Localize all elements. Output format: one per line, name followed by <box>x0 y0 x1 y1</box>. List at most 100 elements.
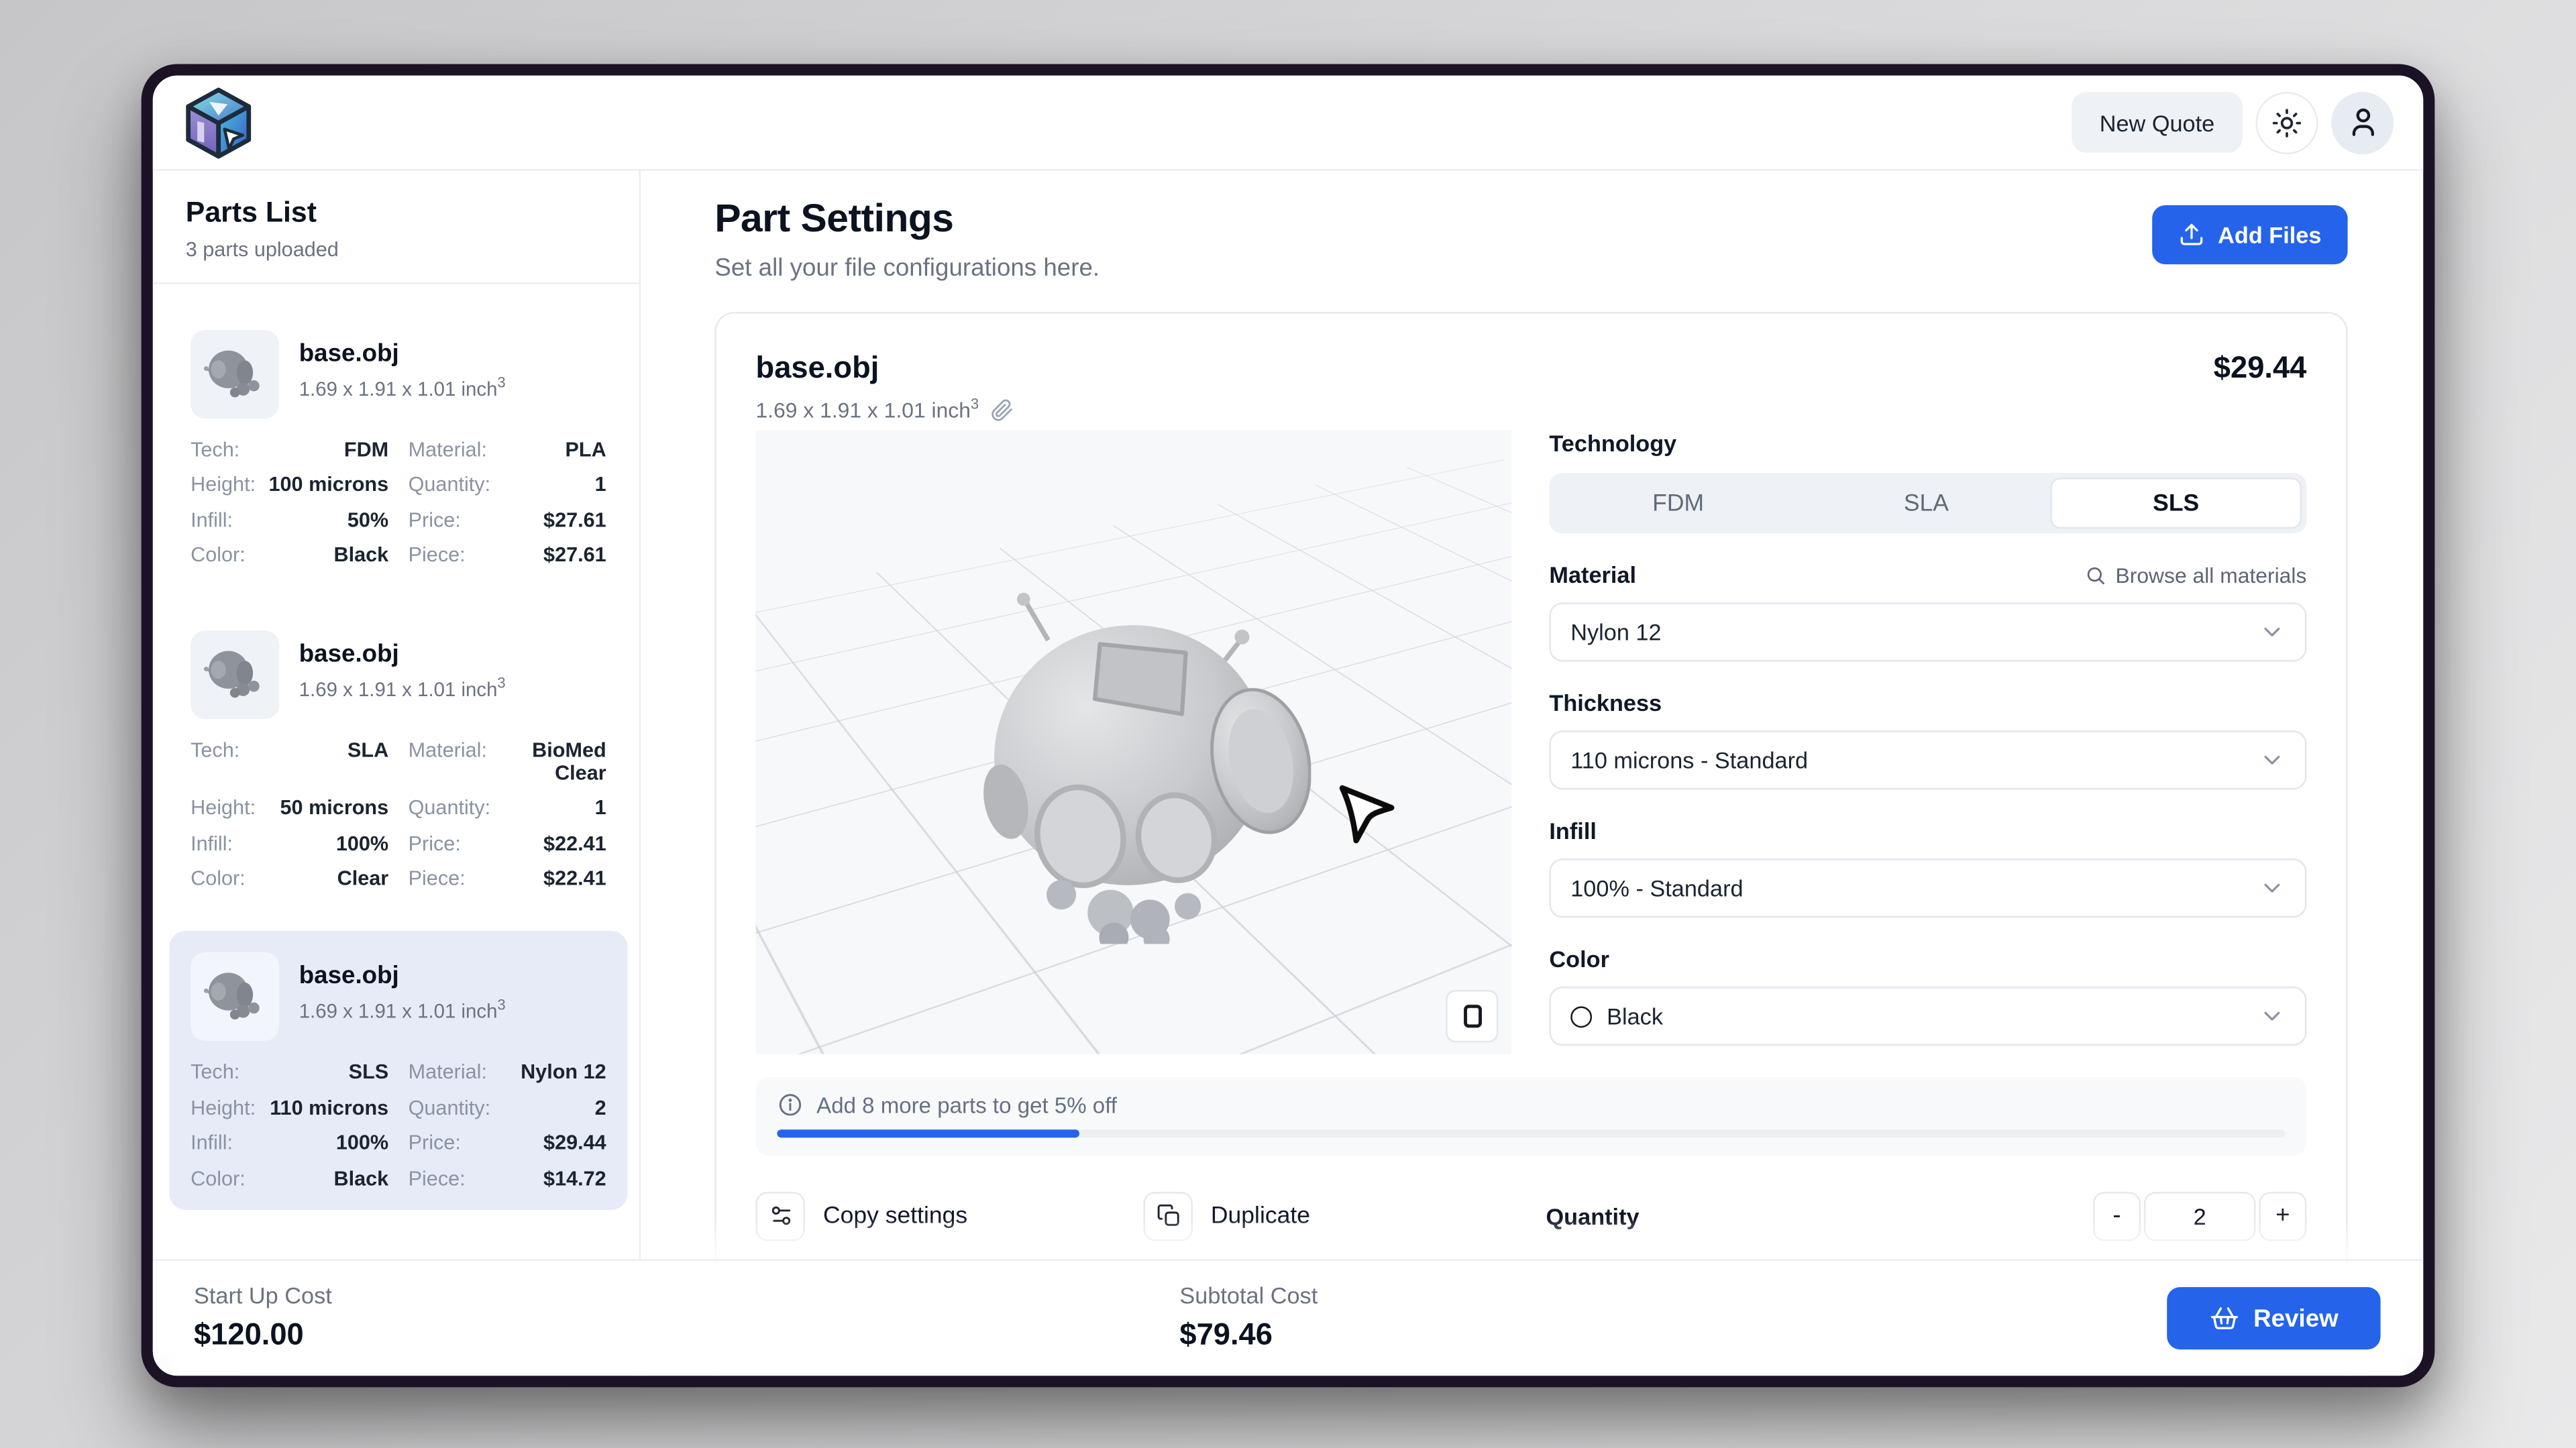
summary-footer: Start Up Cost $120.00 Subtotal Cost $79.… <box>153 1259 2424 1376</box>
basket-icon <box>2209 1304 2239 1333</box>
part-name: base.obj <box>299 340 506 368</box>
part-info: base.obj 1.69 x 1.91 x 1.01 inch3 <box>299 330 506 419</box>
new-quote-button[interactable]: New Quote <box>2072 92 2243 153</box>
chevron-down-icon <box>2259 619 2285 645</box>
theme-toggle-button[interactable] <box>2255 91 2318 154</box>
top-bar: New Quote <box>153 76 2424 171</box>
spec-height: Height:50 microns <box>191 797 388 820</box>
settings-panel: Technology FDM SLA SLS Material <box>1549 430 2306 1054</box>
spec-color: Color:Black <box>191 544 388 567</box>
user-avatar-button[interactable] <box>2331 91 2394 154</box>
copy-settings-button[interactable]: Copy settings <box>756 1191 1144 1240</box>
page-title: Part Settings <box>714 197 1099 243</box>
promo-text: Add 8 more parts to get 5% off <box>816 1093 1117 1117</box>
part-settings-card: base.obj $29.44 1.69 x 1.91 x 1.01 inch3 <box>714 312 2347 1376</box>
spec-quantity: Quantity:1 <box>409 797 606 820</box>
spec-quantity: Quantity:1 <box>409 474 606 497</box>
app-window: New Quote <box>142 64 2435 1387</box>
info-icon <box>777 1092 803 1118</box>
part-thumbnail <box>191 630 279 718</box>
thickness-select[interactable]: 110 microns - Standard <box>1549 730 2306 789</box>
infill-select[interactable]: 100% - Standard <box>1549 858 2306 917</box>
file-name: base.obj <box>756 349 879 386</box>
quantity-value[interactable]: 2 <box>2144 1191 2256 1240</box>
desktop-background: New Quote <box>0 0 2576 1448</box>
part-thumbnail <box>191 953 279 1042</box>
main-header-text: Part Settings Set all your file configur… <box>714 197 1099 282</box>
spec-infill: Infill:100% <box>191 832 388 855</box>
sidebar-title: Parts List <box>186 195 606 229</box>
infill-section: Infill 100% - Standard <box>1549 818 2306 917</box>
spec-piece: Piece:$14.72 <box>409 1166 606 1190</box>
tab-fdm[interactable]: FDM <box>1554 478 1803 528</box>
part-dimensions: 1.69 x 1.91 x 1.01 inch3 <box>299 374 506 400</box>
app-logo-icon <box>180 85 256 160</box>
sliders-icon <box>756 1191 805 1240</box>
technology-segmented-control: FDM SLA SLS <box>1549 473 2306 534</box>
spec-price: Price:$27.61 <box>409 508 606 532</box>
spec-height: Height:110 microns <box>191 1097 388 1120</box>
sidebar-subtitle: 3 parts uploaded <box>186 238 606 261</box>
part-info: base.obj 1.69 x 1.91 x 1.01 inch3 <box>299 630 506 718</box>
part-specs: Tech:SLA Material:BioMed Clear Height:50… <box>191 738 606 890</box>
search-icon <box>2084 564 2106 586</box>
file-dimensions: 1.69 x 1.91 x 1.01 inch3 <box>756 396 2307 424</box>
quantity-decrement-button[interactable]: - <box>2093 1191 2141 1240</box>
color-label: Color <box>1549 946 2306 972</box>
spec-quantity: Quantity:2 <box>409 1097 606 1120</box>
startup-cost-block: Start Up Cost $120.00 <box>194 1282 332 1353</box>
tab-sls[interactable]: SLS <box>2050 478 2302 528</box>
config-row: Technology FDM SLA SLS Material <box>756 430 2307 1054</box>
card-actions-row: Copy settings Duplicate Quantity <box>756 1188 2307 1243</box>
parts-sidebar: Parts List 3 parts uploaded <box>153 171 641 1376</box>
part-specs: Tech:FDM Material:PLA Height:100 microns… <box>191 439 606 567</box>
infill-label: Infill <box>1549 818 2306 844</box>
viewport-reset-view-button[interactable] <box>1446 990 1498 1042</box>
chevron-down-icon <box>2259 1003 2285 1029</box>
color-section: Color Black <box>1549 946 2306 1046</box>
page-subtitle: Set all your file configurations here. <box>714 254 1099 282</box>
spec-tech: Tech:FDM <box>191 439 388 462</box>
material-label: Material <box>1549 561 1636 588</box>
color-swatch <box>1570 1005 1592 1027</box>
color-select[interactable]: Black <box>1549 987 2306 1046</box>
startup-cost-value: $120.00 <box>194 1317 332 1353</box>
browse-all-materials-link[interactable]: Browse all materials <box>2084 562 2306 587</box>
part-price: $29.44 <box>2214 349 2307 386</box>
spec-tech: Tech:SLS <box>191 1061 388 1084</box>
chevron-down-icon <box>2259 747 2285 773</box>
part-info: base.obj 1.69 x 1.91 x 1.01 inch3 <box>299 953 506 1042</box>
spec-color: Color:Clear <box>191 867 388 890</box>
spec-infill: Infill:50% <box>191 508 388 532</box>
spec-material: Material:PLA <box>409 439 606 462</box>
paperclip-icon[interactable] <box>990 398 1013 421</box>
subtotal-cost-block: Subtotal Cost $79.46 <box>1179 1282 1318 1353</box>
part-name: base.obj <box>299 639 506 667</box>
part-card-3-selected[interactable]: base.obj 1.69 x 1.91 x 1.01 inch3 Tech:S… <box>169 932 627 1210</box>
model-viewport-3d[interactable] <box>756 430 1512 1054</box>
header-actions: New Quote <box>2072 91 2394 154</box>
promo-progress-fill <box>777 1129 1079 1137</box>
technology-label: Technology <box>1549 430 2306 456</box>
part-thumbnail <box>191 330 279 419</box>
review-button[interactable]: Review <box>2167 1287 2380 1349</box>
spec-piece: Piece:$27.61 <box>409 544 606 567</box>
thickness-section: Thickness 110 microns - Standard <box>1549 689 2306 789</box>
duplicate-button[interactable]: Duplicate <box>1144 1191 1546 1240</box>
chevron-down-icon <box>2259 875 2285 901</box>
quantity-increment-button[interactable]: + <box>2259 1191 2306 1240</box>
spec-material: Material:BioMed Clear <box>409 738 606 785</box>
part-card-1[interactable]: base.obj 1.69 x 1.91 x 1.01 inch3 Tech:F… <box>169 309 627 587</box>
tab-sla[interactable]: SLA <box>1803 478 2051 528</box>
app-body: Parts List 3 parts uploaded <box>153 171 2424 1376</box>
part-card-top: base.obj 1.69 x 1.91 x 1.01 inch3 <box>191 330 606 419</box>
add-files-button[interactable]: Add Files <box>2152 205 2347 264</box>
part-card-2[interactable]: base.obj 1.69 x 1.91 x 1.01 inch3 Tech:S… <box>169 608 627 910</box>
main-content: Part Settings Set all your file configur… <box>641 171 2423 1376</box>
user-icon <box>2345 105 2379 140</box>
spec-material: Material:Nylon 12 <box>409 1061 606 1084</box>
part-dimensions: 1.69 x 1.91 x 1.01 inch3 <box>299 674 506 700</box>
subtotal-cost-value: $79.46 <box>1179 1317 1318 1353</box>
material-select[interactable]: Nylon 12 <box>1549 602 2306 661</box>
main-header: Part Settings Set all your file configur… <box>714 197 2347 282</box>
